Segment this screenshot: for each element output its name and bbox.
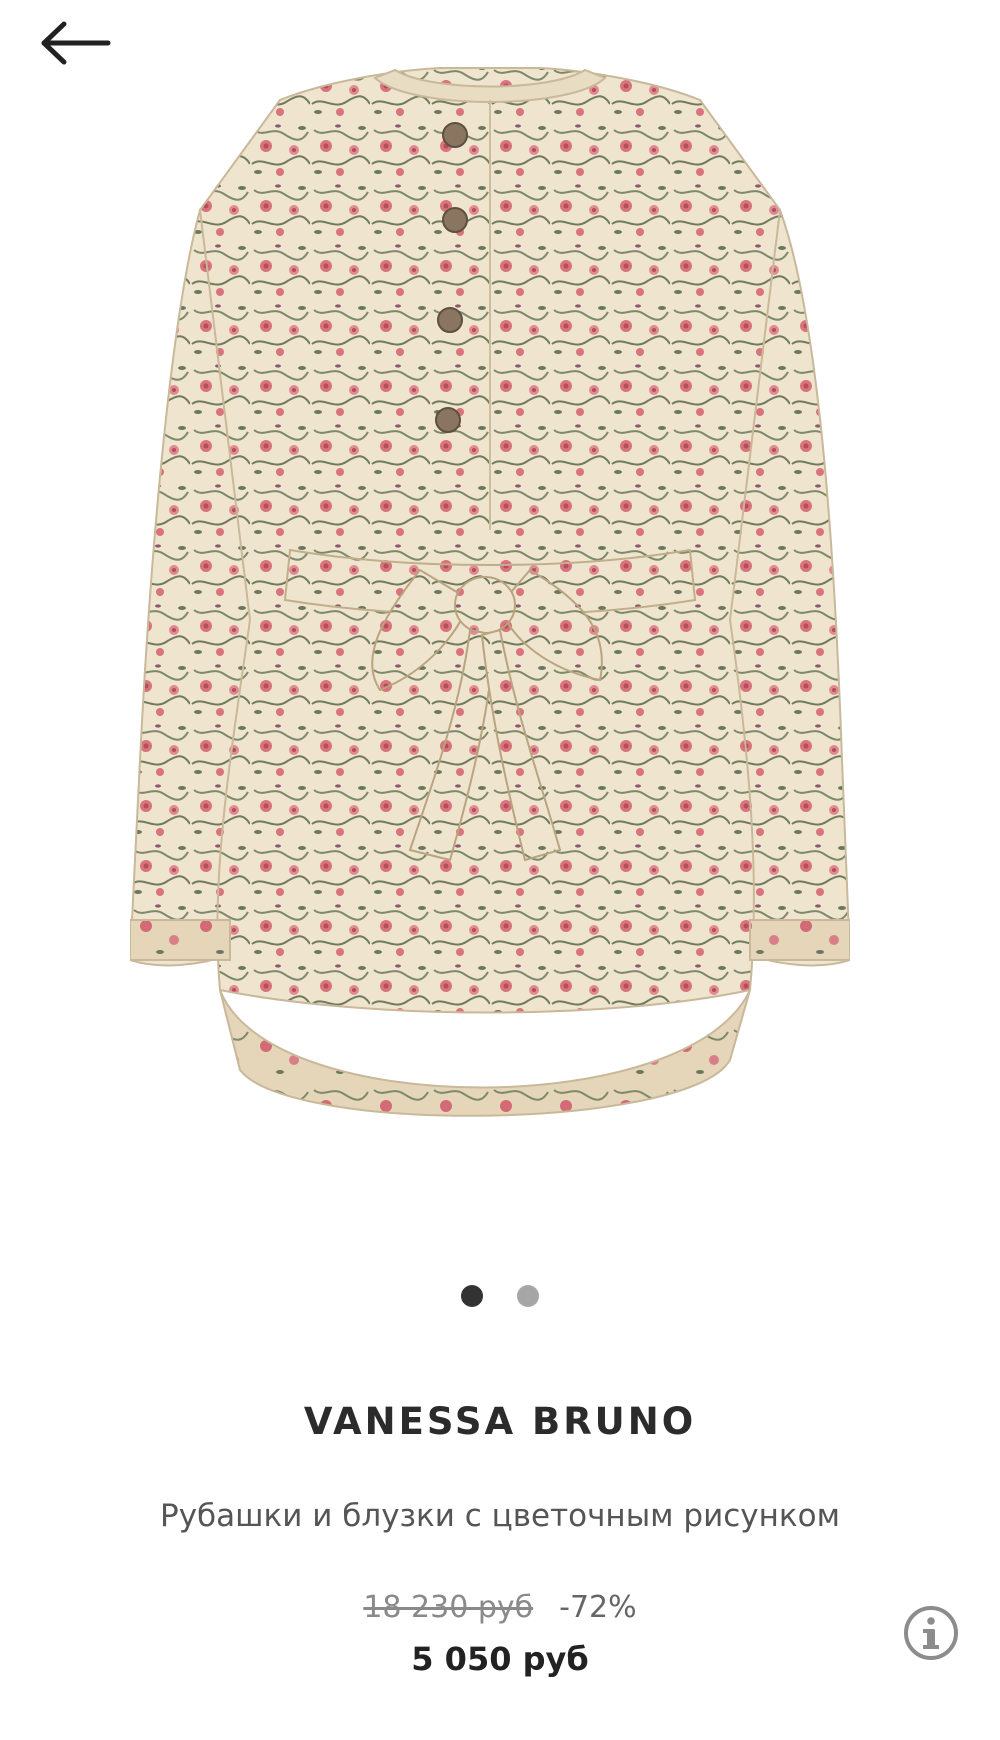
info-button[interactable] — [903, 1605, 959, 1661]
product-image[interactable] — [128, 60, 852, 1210]
info-icon — [904, 1606, 958, 1660]
brand-name[interactable]: VANESSA BRUNO — [0, 1400, 1000, 1443]
back-button[interactable] — [38, 20, 112, 66]
current-price: 5 050 руб — [411, 1640, 589, 1678]
product-title: Рубашки и блузки с цветочным рисунком — [160, 1498, 840, 1534]
carousel-dot-2[interactable] — [517, 1285, 539, 1307]
carousel-dot-1[interactable] — [461, 1285, 483, 1307]
blouse-illustration — [128, 67, 852, 1117]
price-old-row: 18 230 руб -72% — [0, 1590, 1000, 1625]
arrow-left-icon — [41, 21, 111, 65]
carousel-dots — [0, 1285, 1000, 1307]
product-page: VANESSA BRUNO Рубашки и блузки с цветочн… — [0, 0, 1000, 1740]
discount-badge: -72% — [559, 1590, 637, 1625]
old-price: 18 230 руб — [363, 1590, 534, 1625]
